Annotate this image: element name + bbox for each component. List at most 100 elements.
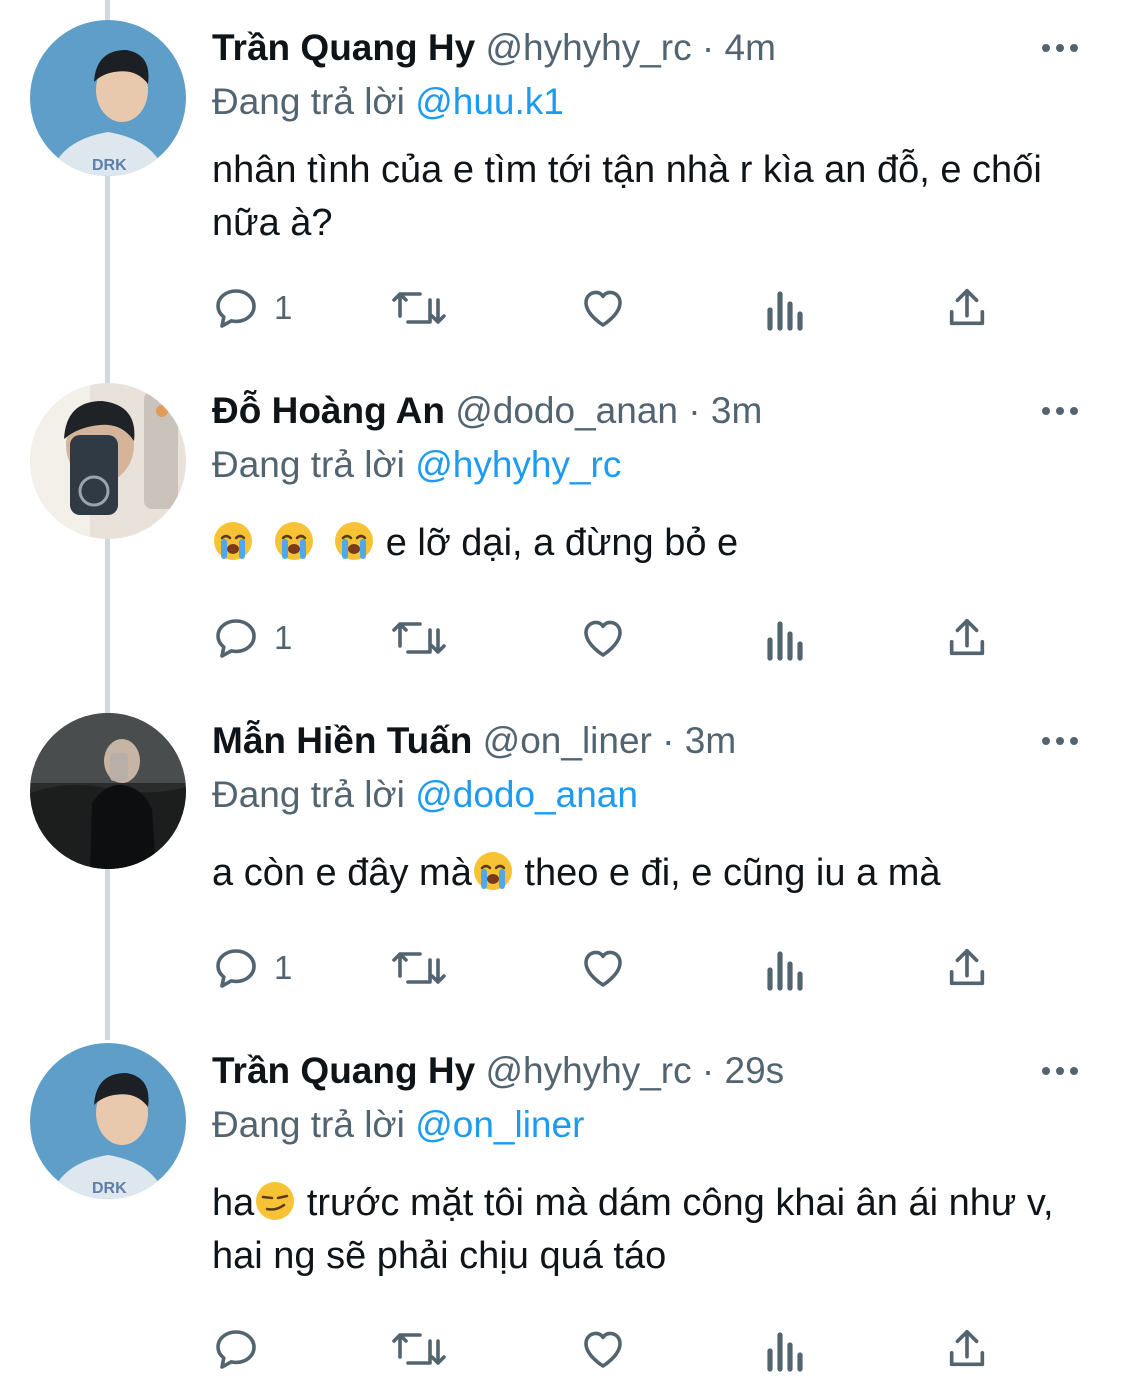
loudly-crying-face-emoji (273, 520, 315, 562)
views-button[interactable] (764, 608, 808, 668)
reply-icon (212, 944, 260, 992)
loudly-crying-face-emoji (472, 850, 514, 892)
reply-button[interactable]: 1 (212, 608, 292, 668)
heart-icon (578, 1325, 628, 1373)
handle[interactable]: @hyhyhy_rc (485, 27, 691, 68)
views-button[interactable] (764, 278, 808, 338)
retweet-icon (390, 1325, 448, 1373)
share-button[interactable] (944, 1319, 990, 1379)
reply-icon (212, 284, 260, 332)
handle[interactable]: @hyhyhy_rc (485, 1050, 691, 1091)
retweet-button[interactable] (390, 608, 448, 668)
svg-text:DRK: DRK (92, 157, 127, 174)
display-name[interactable]: Đỗ Hoàng An (212, 390, 445, 431)
share-icon (944, 614, 990, 662)
tweet[interactable]: DRK Trần Quang Hy @hyhyhy_rc · 4m Đang t… (0, 20, 1125, 350)
timestamp[interactable]: 3m (685, 720, 736, 761)
retweet-button[interactable] (390, 278, 448, 338)
like-button[interactable] (578, 608, 628, 668)
share-button[interactable] (944, 608, 990, 668)
replying-prefix: Đang trả lời (212, 774, 405, 815)
tweet-text-content: theo e đi, e cũng iu a mà (513, 852, 941, 894)
share-button[interactable] (944, 278, 990, 338)
heart-icon (578, 944, 628, 992)
more-icon[interactable] (1035, 20, 1085, 76)
separator: · (701, 1050, 715, 1091)
mention-link[interactable]: @hyhyhy_rc (415, 444, 621, 485)
heart-icon (578, 284, 628, 332)
tweet[interactable]: Mẫn Hiền Tuấn @on_liner · 3m Đang trả lờ… (0, 713, 1125, 1043)
retweet-button[interactable] (390, 938, 448, 998)
tweet-text-content: nhân tình của e tìm tới tận nhà r kìa an… (212, 149, 1042, 244)
heart-icon (578, 614, 628, 662)
tweet[interactable]: Đỗ Hoàng An @dodo_anan · 3m Đang trả lời… (0, 383, 1125, 713)
share-icon (944, 284, 990, 332)
reply-count: 1 (274, 949, 293, 986)
reply-count: 1 (274, 619, 293, 656)
tweet-text-content: a còn e đây mà (212, 852, 472, 894)
replying-to: Đang trả lời @hyhyhy_rc (212, 439, 1085, 491)
separator: · (688, 390, 701, 431)
replying-to: Đang trả lời @on_liner (212, 1099, 1085, 1151)
views-button[interactable] (764, 938, 808, 998)
handle[interactable]: @dodo_anan (455, 390, 678, 431)
mention-link[interactable]: @on_liner (415, 1104, 584, 1145)
timestamp[interactable]: 4m (725, 27, 776, 68)
display-name[interactable]: Mẫn Hiền Tuấn (212, 720, 472, 761)
svg-text:DRK: DRK (92, 1180, 127, 1197)
smirking-face-emoji (254, 1180, 296, 1222)
replying-to: Đang trả lời @huu.k1 (212, 76, 1085, 128)
avatar[interactable] (30, 383, 186, 539)
loudly-crying-face-emoji (212, 520, 254, 562)
tweet-text: ha trước mặt tôi mà dám công khai ân ái … (212, 1177, 1085, 1283)
separator: · (662, 720, 675, 761)
tweet-text-content: e lỡ dại, a đừng bỏ e (385, 522, 739, 564)
timestamp[interactable]: 29s (725, 1050, 785, 1091)
tweet-text-content: ha (212, 1182, 255, 1224)
retweet-button[interactable] (390, 1319, 448, 1379)
reply-icon (212, 614, 260, 662)
share-button[interactable] (944, 938, 990, 998)
more-icon[interactable] (1035, 713, 1085, 769)
avatar[interactable] (30, 713, 186, 869)
reply-button[interactable]: 1 (212, 278, 292, 338)
retweet-icon (390, 284, 448, 332)
views-icon (764, 284, 808, 332)
timestamp[interactable]: 3m (711, 390, 762, 431)
more-icon[interactable] (1035, 383, 1085, 439)
retweet-icon (390, 944, 448, 992)
share-icon (944, 944, 990, 992)
avatar[interactable]: DRK (30, 20, 186, 176)
reply-icon (212, 1325, 260, 1373)
separator: · (701, 27, 715, 68)
like-button[interactable] (578, 278, 628, 338)
tweet-text: e lỡ dại, a đừng bỏ e (212, 517, 1085, 570)
tweet-text: nhân tình của e tìm tới tận nhà r kìa an… (212, 144, 1085, 250)
replying-prefix: Đang trả lời (212, 1104, 405, 1145)
mention-link[interactable]: @dodo_anan (415, 774, 638, 815)
retweet-icon (390, 614, 448, 662)
reply-button[interactable]: 1 (212, 938, 292, 998)
replying-to: Đang trả lời @dodo_anan (212, 769, 1085, 821)
avatar[interactable]: DRK (30, 1043, 186, 1199)
reply-count: 1 (274, 289, 293, 326)
more-icon[interactable] (1035, 1043, 1085, 1099)
replying-prefix: Đang trả lời (212, 81, 405, 122)
like-button[interactable] (578, 938, 628, 998)
loudly-crying-face-emoji (333, 520, 375, 562)
share-icon (944, 1325, 990, 1373)
views-icon (764, 944, 808, 992)
views-icon (764, 614, 808, 662)
handle[interactable]: @on_liner (483, 720, 652, 761)
tweet-text: a còn e đây mà theo e đi, e cũng iu a mà (212, 847, 1085, 900)
mention-link[interactable]: @huu.k1 (415, 81, 564, 122)
display-name[interactable]: Trần Quang Hy (212, 27, 475, 68)
display-name[interactable]: Trần Quang Hy (212, 1050, 475, 1091)
reply-button[interactable] (212, 1319, 274, 1379)
replying-prefix: Đang trả lời (212, 444, 405, 485)
views-button[interactable] (764, 1319, 808, 1379)
views-icon (764, 1325, 808, 1373)
like-button[interactable] (578, 1319, 628, 1379)
tweet-text-content: trước mặt tôi mà dám công khai ân ái như… (212, 1182, 1054, 1277)
tweet[interactable]: DRK Trần Quang Hy @hyhyhy_rc · 29s Đang … (0, 1043, 1125, 1394)
